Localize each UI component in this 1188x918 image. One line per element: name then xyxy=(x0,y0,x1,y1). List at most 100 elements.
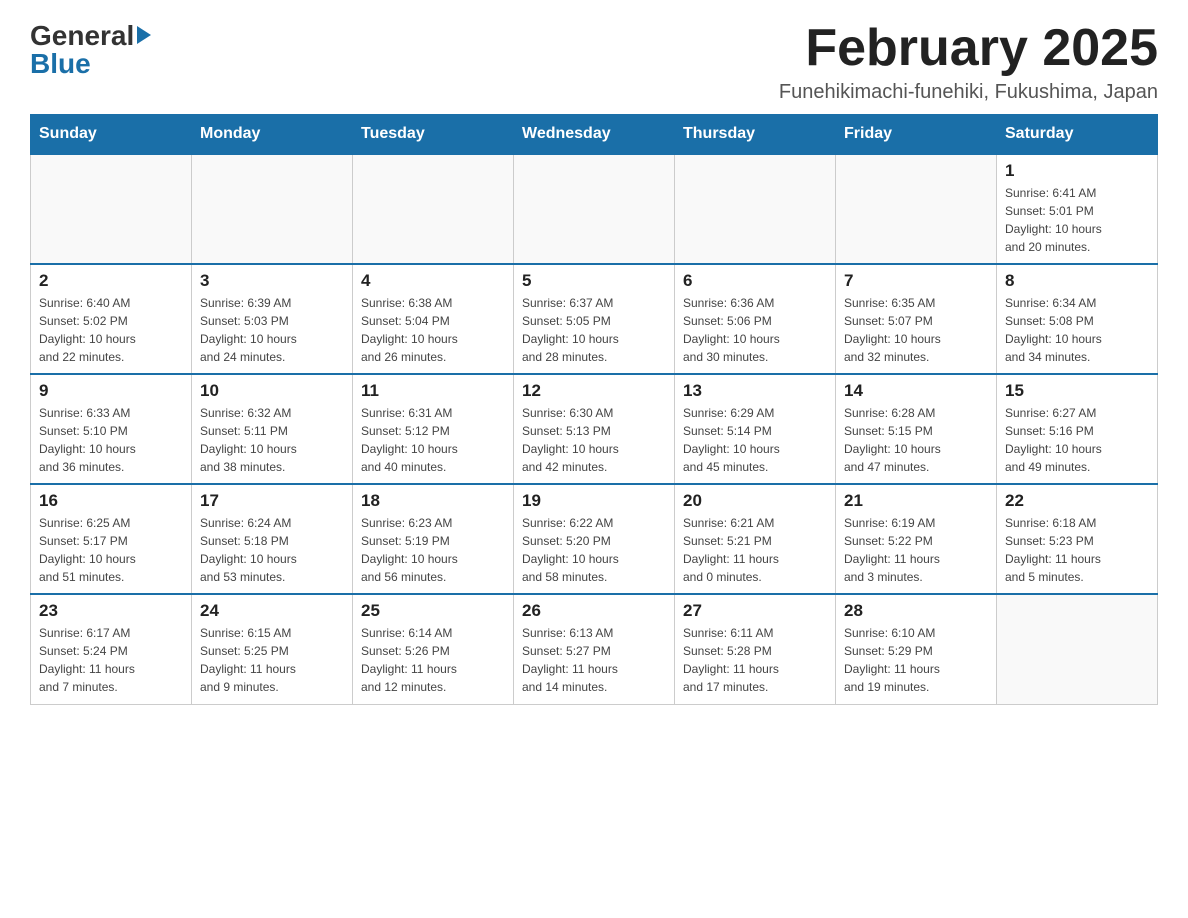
calendar-week-row: 1 Sunrise: 6:41 AM Sunset: 5:01 PM Daylig… xyxy=(31,154,1158,264)
calendar-cell: 11Sunrise: 6:31 AM Sunset: 5:12 PM Dayli… xyxy=(353,374,514,484)
day-info: Sunrise: 6:17 AM Sunset: 5:24 PM Dayligh… xyxy=(39,624,183,696)
calendar-cell: 2 Sunrise: 6:40 AM Sunset: 5:02 PM Daylig… xyxy=(31,264,192,374)
day-info: Sunrise: 6:38 AM Sunset: 5:04 PM Dayligh… xyxy=(361,294,505,366)
month-title: February 2025 xyxy=(779,20,1158,77)
calendar-cell: 7 Sunrise: 6:35 AM Sunset: 5:07 PM Daylig… xyxy=(836,264,997,374)
weekday-header-tuesday: Tuesday xyxy=(353,115,514,155)
day-number: 13 xyxy=(683,381,827,401)
day-number: 6 xyxy=(683,271,827,291)
day-number: 3 xyxy=(200,271,344,291)
day-info: Sunrise: 6:41 AM Sunset: 5:01 PM Dayligh… xyxy=(1005,184,1149,256)
day-number: 14 xyxy=(844,381,988,401)
calendar-cell: 26 Sunrise: 6:13 AM Sunset: 5:27 PM Dayli… xyxy=(514,594,675,704)
day-number: 1 xyxy=(1005,161,1149,181)
day-number: 16 xyxy=(39,491,183,511)
weekday-header-wednesday: Wednesday xyxy=(514,115,675,155)
calendar-cell: 5 Sunrise: 6:37 AM Sunset: 5:05 PM Daylig… xyxy=(514,264,675,374)
weekday-header-saturday: Saturday xyxy=(997,115,1158,155)
title-section: February 2025 Funehikimachi-funehiki, Fu… xyxy=(779,20,1158,104)
calendar-cell xyxy=(353,154,514,264)
day-number: 12 xyxy=(522,381,666,401)
calendar-cell: 25Sunrise: 6:14 AM Sunset: 5:26 PM Dayli… xyxy=(353,594,514,704)
calendar-cell: 21 Sunrise: 6:19 AM Sunset: 5:22 PM Dayli… xyxy=(836,484,997,594)
logo-blue: Blue xyxy=(30,48,91,80)
day-number: 20 xyxy=(683,491,827,511)
calendar-cell: 14 Sunrise: 6:28 AM Sunset: 5:15 PM Dayli… xyxy=(836,374,997,484)
location-text: Funehikimachi-funehiki, Fukushima, Japan xyxy=(779,81,1158,104)
calendar-cell: 10 Sunrise: 6:32 AM Sunset: 5:11 PM Dayli… xyxy=(192,374,353,484)
day-info: Sunrise: 6:30 AM Sunset: 5:13 PM Dayligh… xyxy=(522,404,666,476)
calendar-cell: 4 Sunrise: 6:38 AM Sunset: 5:04 PM Daylig… xyxy=(353,264,514,374)
day-info: Sunrise: 6:13 AM Sunset: 5:27 PM Dayligh… xyxy=(522,624,666,696)
calendar-cell: 12 Sunrise: 6:30 AM Sunset: 5:13 PM Dayli… xyxy=(514,374,675,484)
calendar-week-row: 16 Sunrise: 6:25 AM Sunset: 5:17 PM Dayli… xyxy=(31,484,1158,594)
calendar-week-row: 2 Sunrise: 6:40 AM Sunset: 5:02 PM Daylig… xyxy=(31,264,1158,374)
calendar-cell: 17 Sunrise: 6:24 AM Sunset: 5:18 PM Dayli… xyxy=(192,484,353,594)
day-info: Sunrise: 6:18 AM Sunset: 5:23 PM Dayligh… xyxy=(1005,514,1149,586)
day-number: 10 xyxy=(200,381,344,401)
day-number: 7 xyxy=(844,271,988,291)
day-info: Sunrise: 6:22 AM Sunset: 5:20 PM Dayligh… xyxy=(522,514,666,586)
day-number: 28 xyxy=(844,601,988,621)
calendar-cell xyxy=(675,154,836,264)
day-number: 22 xyxy=(1005,491,1149,511)
calendar-week-row: 23Sunrise: 6:17 AM Sunset: 5:24 PM Dayli… xyxy=(31,594,1158,704)
weekday-header-thursday: Thursday xyxy=(675,115,836,155)
day-number: 11 xyxy=(361,381,505,401)
day-info: Sunrise: 6:19 AM Sunset: 5:22 PM Dayligh… xyxy=(844,514,988,586)
page-header: General Blue February 2025 Funehikimachi… xyxy=(30,20,1158,104)
calendar-cell: 9Sunrise: 6:33 AM Sunset: 5:10 PM Daylig… xyxy=(31,374,192,484)
calendar-cell xyxy=(514,154,675,264)
day-info: Sunrise: 6:15 AM Sunset: 5:25 PM Dayligh… xyxy=(200,624,344,696)
calendar-cell: 24Sunrise: 6:15 AM Sunset: 5:25 PM Dayli… xyxy=(192,594,353,704)
calendar-cell: 27 Sunrise: 6:11 AM Sunset: 5:28 PM Dayli… xyxy=(675,594,836,704)
day-number: 26 xyxy=(522,601,666,621)
day-info: Sunrise: 6:32 AM Sunset: 5:11 PM Dayligh… xyxy=(200,404,344,476)
calendar-cell: 23Sunrise: 6:17 AM Sunset: 5:24 PM Dayli… xyxy=(31,594,192,704)
calendar-cell: 22 Sunrise: 6:18 AM Sunset: 5:23 PM Dayli… xyxy=(997,484,1158,594)
day-info: Sunrise: 6:40 AM Sunset: 5:02 PM Dayligh… xyxy=(39,294,183,366)
calendar-cell xyxy=(192,154,353,264)
day-info: Sunrise: 6:37 AM Sunset: 5:05 PM Dayligh… xyxy=(522,294,666,366)
day-info: Sunrise: 6:27 AM Sunset: 5:16 PM Dayligh… xyxy=(1005,404,1149,476)
day-number: 4 xyxy=(361,271,505,291)
calendar-cell: 20Sunrise: 6:21 AM Sunset: 5:21 PM Dayli… xyxy=(675,484,836,594)
weekday-header-sunday: Sunday xyxy=(31,115,192,155)
day-info: Sunrise: 6:10 AM Sunset: 5:29 PM Dayligh… xyxy=(844,624,988,696)
weekday-header-friday: Friday xyxy=(836,115,997,155)
day-info: Sunrise: 6:23 AM Sunset: 5:19 PM Dayligh… xyxy=(361,514,505,586)
day-number: 5 xyxy=(522,271,666,291)
day-info: Sunrise: 6:24 AM Sunset: 5:18 PM Dayligh… xyxy=(200,514,344,586)
day-info: Sunrise: 6:34 AM Sunset: 5:08 PM Dayligh… xyxy=(1005,294,1149,366)
day-number: 21 xyxy=(844,491,988,511)
day-info: Sunrise: 6:28 AM Sunset: 5:15 PM Dayligh… xyxy=(844,404,988,476)
calendar-cell: 16 Sunrise: 6:25 AM Sunset: 5:17 PM Dayli… xyxy=(31,484,192,594)
day-number: 19 xyxy=(522,491,666,511)
calendar-cell: 18 Sunrise: 6:23 AM Sunset: 5:19 PM Dayli… xyxy=(353,484,514,594)
day-info: Sunrise: 6:29 AM Sunset: 5:14 PM Dayligh… xyxy=(683,404,827,476)
calendar-cell xyxy=(836,154,997,264)
day-number: 17 xyxy=(200,491,344,511)
calendar-cell: 19 Sunrise: 6:22 AM Sunset: 5:20 PM Dayli… xyxy=(514,484,675,594)
day-info: Sunrise: 6:36 AM Sunset: 5:06 PM Dayligh… xyxy=(683,294,827,366)
calendar-week-row: 9Sunrise: 6:33 AM Sunset: 5:10 PM Daylig… xyxy=(31,374,1158,484)
day-number: 2 xyxy=(39,271,183,291)
calendar-cell: 8Sunrise: 6:34 AM Sunset: 5:08 PM Daylig… xyxy=(997,264,1158,374)
calendar-cell xyxy=(997,594,1158,704)
calendar-header-row: SundayMondayTuesdayWednesdayThursdayFrid… xyxy=(31,115,1158,155)
day-info: Sunrise: 6:35 AM Sunset: 5:07 PM Dayligh… xyxy=(844,294,988,366)
day-number: 27 xyxy=(683,601,827,621)
day-info: Sunrise: 6:25 AM Sunset: 5:17 PM Dayligh… xyxy=(39,514,183,586)
day-info: Sunrise: 6:11 AM Sunset: 5:28 PM Dayligh… xyxy=(683,624,827,696)
calendar-cell: 28 Sunrise: 6:10 AM Sunset: 5:29 PM Dayli… xyxy=(836,594,997,704)
calendar-table: SundayMondayTuesdayWednesdayThursdayFrid… xyxy=(30,114,1158,705)
day-info: Sunrise: 6:39 AM Sunset: 5:03 PM Dayligh… xyxy=(200,294,344,366)
calendar-cell: 6 Sunrise: 6:36 AM Sunset: 5:06 PM Daylig… xyxy=(675,264,836,374)
day-info: Sunrise: 6:14 AM Sunset: 5:26 PM Dayligh… xyxy=(361,624,505,696)
calendar-cell: 1 Sunrise: 6:41 AM Sunset: 5:01 PM Daylig… xyxy=(997,154,1158,264)
day-number: 15 xyxy=(1005,381,1149,401)
weekday-header-monday: Monday xyxy=(192,115,353,155)
day-number: 18 xyxy=(361,491,505,511)
calendar-body: 1 Sunrise: 6:41 AM Sunset: 5:01 PM Daylig… xyxy=(31,154,1158,704)
calendar-cell: 3 Sunrise: 6:39 AM Sunset: 5:03 PM Daylig… xyxy=(192,264,353,374)
